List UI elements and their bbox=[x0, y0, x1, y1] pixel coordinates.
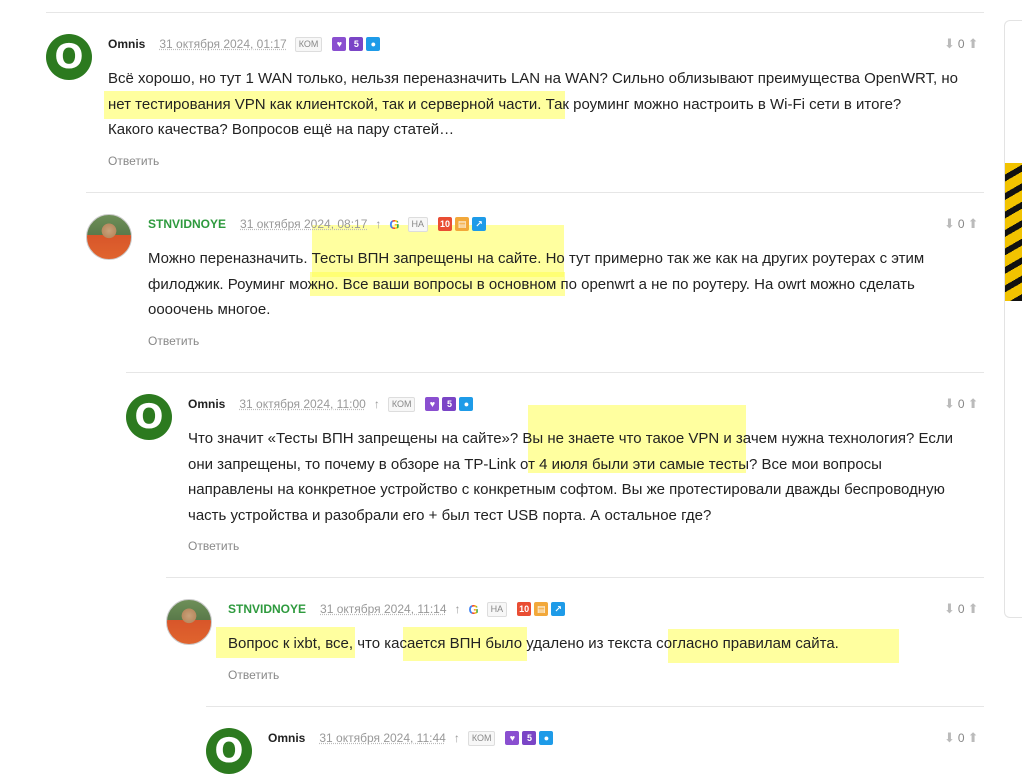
level-badge: 5 bbox=[442, 397, 457, 411]
vote-up-icon[interactable]: ⬆ bbox=[968, 396, 979, 412]
vote-up-icon[interactable]: ⬆ bbox=[968, 730, 979, 746]
vote-count: 0 bbox=[957, 397, 965, 411]
vote-count: 0 bbox=[957, 217, 965, 231]
arrow-up-icon[interactable]: ↑ bbox=[374, 397, 380, 411]
user-tag: КОМ bbox=[294, 36, 323, 52]
level-badge: 10 bbox=[517, 602, 532, 616]
username[interactable]: Omnis bbox=[188, 397, 225, 411]
username[interactable]: Omnis bbox=[268, 731, 305, 745]
user-tag: КОМ bbox=[467, 730, 496, 746]
vote-count: 0 bbox=[957, 37, 965, 51]
username[interactable]: Omnis bbox=[108, 37, 145, 51]
vote-down-icon[interactable]: ⬇ bbox=[944, 730, 955, 746]
avatar[interactable]: O bbox=[46, 34, 92, 80]
google-icon: G bbox=[468, 601, 479, 617]
comment-header: Omnis 31 октября 2024, 11:44 ↑ КОМ ♥ 5 ● bbox=[268, 728, 554, 748]
separator bbox=[46, 12, 984, 13]
book-icon: ▤ bbox=[534, 602, 549, 616]
comment-line: филоджик. Роуминг можно. Все ваши вопрос… bbox=[148, 275, 915, 293]
vote-widget: ⬇ 0 ⬆ bbox=[944, 215, 979, 233]
vote-widget: ⬇ 0 ⬆ bbox=[944, 729, 979, 747]
chart-icon: ↗ bbox=[551, 602, 566, 616]
level-badge: 10 bbox=[438, 217, 453, 231]
vote-down-icon[interactable]: ⬇ bbox=[944, 216, 955, 232]
reply-button[interactable]: Ответить bbox=[188, 539, 239, 553]
vote-widget: ⬇ 0 ⬆ bbox=[944, 600, 979, 618]
arrow-up-icon[interactable]: ↑ bbox=[454, 731, 460, 745]
vote-count: 0 bbox=[957, 731, 965, 745]
chart-icon: ↗ bbox=[472, 217, 487, 231]
avatar[interactable]: O bbox=[126, 394, 172, 440]
separator bbox=[126, 372, 984, 373]
user-tag: НА bbox=[486, 601, 508, 617]
comment-line: Вопрос к ixbt, все, что касается ВПН был… bbox=[228, 635, 839, 652]
username[interactable]: STNVIDNOYE bbox=[148, 217, 226, 231]
vote-up-icon[interactable]: ⬆ bbox=[968, 36, 979, 52]
sidebar-panel bbox=[1004, 20, 1022, 618]
comment-date[interactable]: 31 октября 2024, 01:17 bbox=[159, 37, 286, 51]
separator bbox=[166, 577, 984, 578]
comment-header: Omnis 31 октября 2024, 01:17 КОМ ♥ 5 ● bbox=[108, 34, 381, 54]
comment-line: оооочень многое. bbox=[148, 301, 271, 318]
vote-widget: ⬇ 0 ⬆ bbox=[944, 35, 979, 53]
comment-date[interactable]: 31 октября 2024, 11:44 bbox=[319, 731, 445, 745]
comment-date[interactable]: 31 октября 2024, 08:17 bbox=[240, 217, 367, 231]
comment-text: Всё хорошо, но тут 1 WAN только, нельзя … bbox=[108, 66, 958, 143]
level-badge: 5 bbox=[522, 731, 537, 745]
reply-button[interactable]: Ответить bbox=[108, 154, 159, 168]
separator bbox=[86, 192, 984, 193]
comment-line: часть устройства и разобрали его + был т… bbox=[188, 506, 712, 524]
comment-line: нет тестирования VPN как клиентской, так… bbox=[108, 95, 902, 113]
heart-icon: ♥ bbox=[425, 397, 440, 411]
chat-icon: ● bbox=[539, 731, 554, 745]
vote-count: 0 bbox=[957, 602, 965, 616]
comment-date[interactable]: 31 октября 2024, 11:00 bbox=[239, 397, 365, 411]
comment-header: Omnis 31 октября 2024, 11:00 ↑ КОМ ♥ 5 ● bbox=[188, 394, 474, 414]
vote-down-icon[interactable]: ⬇ bbox=[944, 36, 955, 52]
comment-line: они запрещены, то почему в обзоре на TP-… bbox=[188, 455, 882, 473]
comment-text: Можно переназначить. Тесты ВПН запрещены… bbox=[148, 246, 924, 323]
comment-date[interactable]: 31 октября 2024, 11:14 bbox=[320, 602, 446, 616]
separator bbox=[206, 706, 984, 707]
comment-line: Какого качества? Вопросов ещё на пару ст… bbox=[108, 121, 455, 138]
comment-line: Можно переназначить. Тесты ВПН запрещены… bbox=[148, 250, 925, 267]
heart-icon: ♥ bbox=[332, 37, 347, 51]
avatar[interactable] bbox=[166, 599, 212, 645]
comment-text: Что значит «Тесты ВПН запрещены на сайте… bbox=[188, 426, 953, 528]
vote-down-icon[interactable]: ⬇ bbox=[944, 396, 955, 412]
comment-line: Всё хорошо, но тут 1 WAN только, нельзя … bbox=[108, 70, 958, 87]
sidebar-ad-image[interactable] bbox=[1005, 163, 1022, 301]
chat-icon: ● bbox=[459, 397, 474, 411]
reply-button[interactable]: Ответить bbox=[228, 668, 279, 682]
arrow-up-icon[interactable]: ↑ bbox=[455, 602, 461, 616]
heart-icon: ♥ bbox=[505, 731, 520, 745]
avatar[interactable] bbox=[86, 214, 132, 260]
vote-up-icon[interactable]: ⬆ bbox=[968, 216, 979, 232]
level-badge: 5 bbox=[349, 37, 364, 51]
arrow-up-icon[interactable]: ↑ bbox=[375, 217, 381, 231]
vote-up-icon[interactable]: ⬆ bbox=[968, 601, 979, 617]
username[interactable]: STNVIDNOYE bbox=[228, 602, 306, 616]
reply-button[interactable]: Ответить bbox=[148, 334, 199, 348]
comment-header: STNVIDNOYE 31 октября 2024, 11:14 ↑ G НА… bbox=[228, 599, 566, 619]
avatar[interactable]: O bbox=[206, 728, 252, 774]
user-tag: КОМ bbox=[387, 396, 416, 412]
vote-down-icon[interactable]: ⬇ bbox=[944, 601, 955, 617]
comment-text: Вопрос к ixbt, все, что касается ВПН был… bbox=[228, 631, 839, 657]
vote-widget: ⬇ 0 ⬆ bbox=[944, 395, 979, 413]
google-icon: G bbox=[389, 216, 400, 232]
chat-icon: ● bbox=[366, 37, 381, 51]
book-icon: ▤ bbox=[455, 217, 470, 231]
comment-line: Что значит «Тесты ВПН запрещены на сайте… bbox=[188, 430, 953, 447]
comment-line: направлены на конкретное устройство с ко… bbox=[188, 481, 945, 498]
user-tag: НА bbox=[407, 216, 429, 232]
comment-header: STNVIDNOYE 31 октября 2024, 08:17 ↑ G НА… bbox=[148, 214, 487, 234]
